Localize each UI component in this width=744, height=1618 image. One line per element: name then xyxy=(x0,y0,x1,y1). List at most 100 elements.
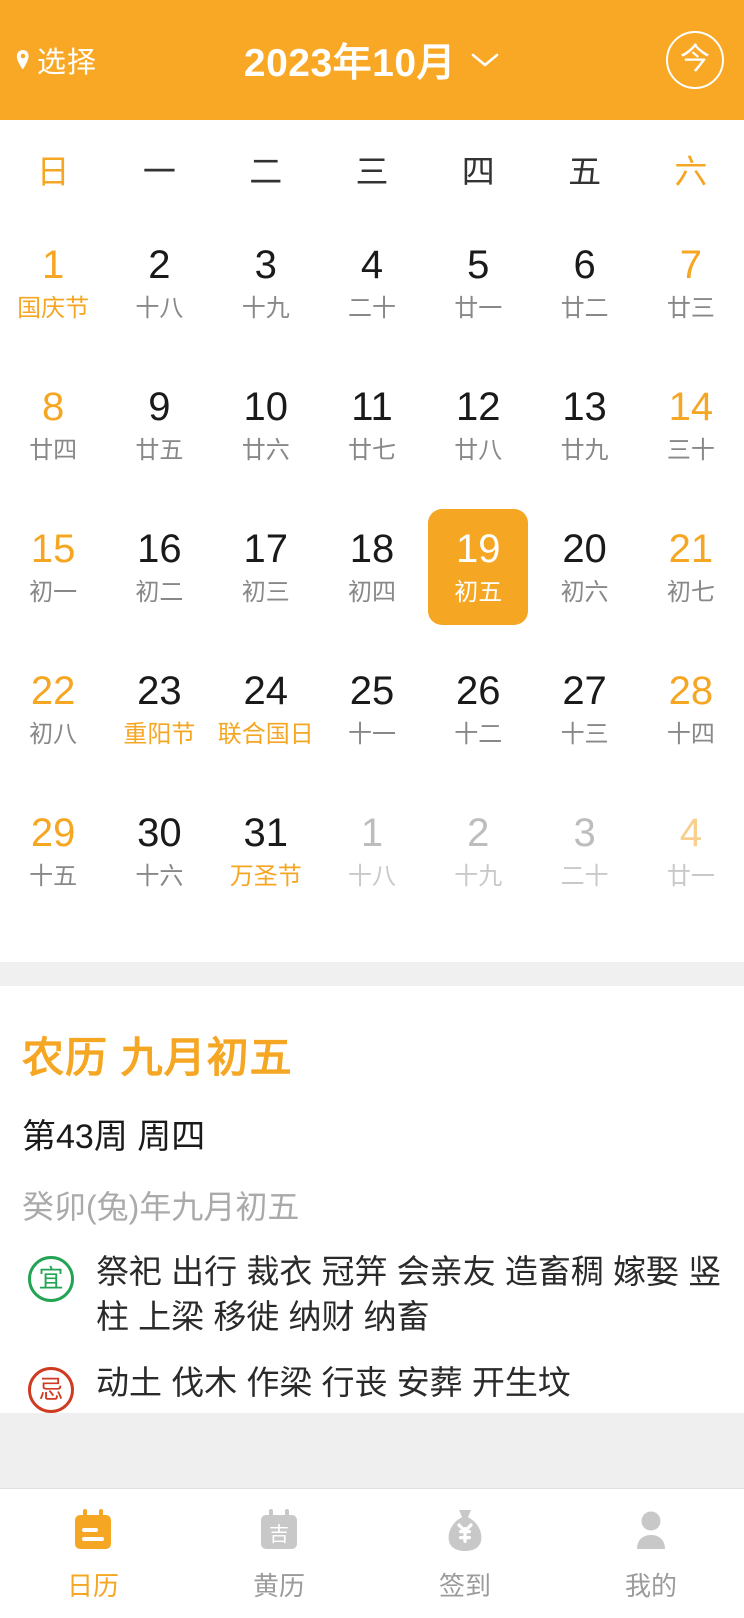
day-sublabel: 重阳节 xyxy=(123,721,196,748)
day-number: 2 xyxy=(148,243,171,287)
day-cell[interactable]: 23 重阳节 xyxy=(106,638,212,780)
svg-text:吉: 吉 xyxy=(269,1523,289,1546)
day-number: 16 xyxy=(137,527,182,571)
yi-badge-icon: 宜 xyxy=(28,1256,74,1302)
day-number: 7 xyxy=(679,243,702,287)
day-cell[interactable]: 5 廿一 xyxy=(425,212,531,354)
tab-签到[interactable]: 签到 xyxy=(372,1504,558,1603)
day-sublabel: 十三 xyxy=(560,721,609,748)
day-number: 11 xyxy=(351,385,393,429)
day-cell[interactable]: 8 廿四 xyxy=(0,354,106,496)
day-number: 27 xyxy=(562,669,607,713)
day-cell[interactable]: 24 联合国日 xyxy=(213,638,319,780)
day-cell[interactable]: 21 初七 xyxy=(638,496,744,638)
day-cell[interactable]: 7 廿三 xyxy=(638,212,744,354)
day-cell[interactable]: 3 十九 xyxy=(213,212,319,354)
day-cell[interactable]: 11 廿七 xyxy=(319,354,425,496)
day-sublabel: 廿四 xyxy=(29,437,78,464)
day-cell[interactable]: 6 廿二 xyxy=(531,212,637,354)
tab-我的[interactable]: 我的 xyxy=(558,1504,744,1603)
day-cell[interactable]: 10 廿六 xyxy=(213,354,319,496)
day-cell[interactable]: 19 初五 xyxy=(425,496,531,638)
day-cell[interactable]: 25 十一 xyxy=(319,638,425,780)
day-cell[interactable]: 4 廿一 xyxy=(638,780,744,922)
day-cell[interactable]: 31 万圣节 xyxy=(213,780,319,922)
day-grid: 1 国庆节 2 十八 3 十九 4 二十 5 廿一 6 廿二 7 廿三 8 廿四 9 廿五 10 廿六 11 廿七 12 廿八… xyxy=(0,212,744,922)
day-sublabel: 廿七 xyxy=(347,437,396,464)
day-cell[interactable]: 15 初一 xyxy=(0,496,106,638)
day-cell[interactable]: 9 廿五 xyxy=(106,354,212,496)
day-number: 14 xyxy=(668,385,714,429)
day-number: 23 xyxy=(137,669,182,713)
day-cell[interactable]: 13 廿九 xyxy=(531,354,637,496)
day-number: 31 xyxy=(243,811,288,855)
ji-text: 动土 伐木 作梁 行丧 安葬 开生坟 xyxy=(96,1364,571,1402)
day-number: 30 xyxy=(137,811,182,855)
day-cell[interactable]: 1 国庆节 xyxy=(0,212,106,354)
day-cell[interactable]: 27 十三 xyxy=(531,638,637,780)
day-sublabel: 初一 xyxy=(29,579,78,606)
day-sublabel: 十六 xyxy=(135,863,184,890)
day-cell[interactable]: 20 初六 xyxy=(531,496,637,638)
day-cell[interactable]: 26 十二 xyxy=(425,638,531,780)
day-cell[interactable]: 12 廿八 xyxy=(425,354,531,496)
day-cell[interactable]: 1 十八 xyxy=(319,780,425,922)
day-number: 4 xyxy=(360,243,384,287)
day-sublabel: 廿一 xyxy=(454,295,503,322)
day-cell[interactable]: 18 初四 xyxy=(319,496,425,638)
day-number: 1 xyxy=(360,811,384,855)
day-sublabel: 国庆节 xyxy=(17,295,90,322)
content-filler xyxy=(0,1413,744,1488)
chevron-down-icon[interactable] xyxy=(470,51,500,69)
city-select-button[interactable]: 选择 xyxy=(14,39,214,81)
day-number: 3 xyxy=(573,811,596,855)
weekday-5: 五 xyxy=(568,153,602,190)
day-number: 6 xyxy=(573,243,596,287)
weekday-3: 三 xyxy=(355,153,389,190)
day-sublabel: 廿六 xyxy=(241,437,290,464)
month-title[interactable]: 2023年10月 xyxy=(244,32,456,88)
day-sublabel: 十一 xyxy=(347,721,396,748)
ji-badge-icon: 忌 xyxy=(28,1367,74,1414)
day-sublabel: 初三 xyxy=(241,579,290,606)
day-cell[interactable]: 4 二十 xyxy=(319,212,425,354)
location-pin-icon xyxy=(16,50,29,70)
day-cell[interactable]: 2 十八 xyxy=(106,212,212,354)
ji-row: 忌 动土 伐木 作梁 行丧 安葬 开生坟 xyxy=(22,1361,722,1414)
weekday-6: 六 xyxy=(674,153,708,190)
day-cell[interactable]: 30 十六 xyxy=(106,780,212,922)
today-button[interactable]: 今 xyxy=(666,31,724,89)
day-number: 4 xyxy=(679,811,702,855)
yi-badge-label: 宜 xyxy=(38,1264,64,1293)
day-number: 26 xyxy=(456,669,501,713)
day-cell[interactable]: 3 二十 xyxy=(531,780,637,922)
day-sublabel: 十八 xyxy=(135,295,184,322)
day-cell[interactable]: 29 十五 xyxy=(0,780,106,922)
money-bag-icon xyxy=(448,1510,482,1551)
day-sublabel: 二十 xyxy=(347,295,396,322)
day-cell[interactable]: 22 初八 xyxy=(0,638,106,780)
day-sublabel: 二十 xyxy=(560,863,609,890)
day-cell[interactable]: 17 初三 xyxy=(213,496,319,638)
day-cell[interactable]: 28 十四 xyxy=(638,638,744,780)
day-sublabel: 初六 xyxy=(560,579,609,606)
day-cell[interactable]: 16 初二 xyxy=(106,496,212,638)
weekday-header-row: 日一二三四五六 xyxy=(0,126,744,212)
tab-黄历[interactable]: 吉黄历 xyxy=(186,1504,372,1603)
day-sublabel: 廿三 xyxy=(666,295,715,322)
weekday-0: 日 xyxy=(36,153,70,190)
bottom-tab-bar: 日历吉黄历 签到 我的 xyxy=(0,1488,744,1618)
day-number: 3 xyxy=(254,243,277,287)
day-cell[interactable]: 2 十九 xyxy=(425,780,531,922)
day-sublabel: 廿八 xyxy=(454,437,503,464)
day-sublabel: 三十 xyxy=(666,437,715,464)
tab-label: 黄历 xyxy=(252,1571,305,1601)
day-number: 18 xyxy=(349,527,395,571)
day-number: 15 xyxy=(30,527,76,571)
day-number: 17 xyxy=(243,527,288,571)
day-number: 2 xyxy=(467,811,490,855)
day-sublabel: 万圣节 xyxy=(229,863,302,890)
tab-日历[interactable]: 日历 xyxy=(0,1504,186,1603)
day-cell[interactable]: 14 三十 xyxy=(638,354,744,496)
day-sublabel: 十八 xyxy=(347,863,396,890)
